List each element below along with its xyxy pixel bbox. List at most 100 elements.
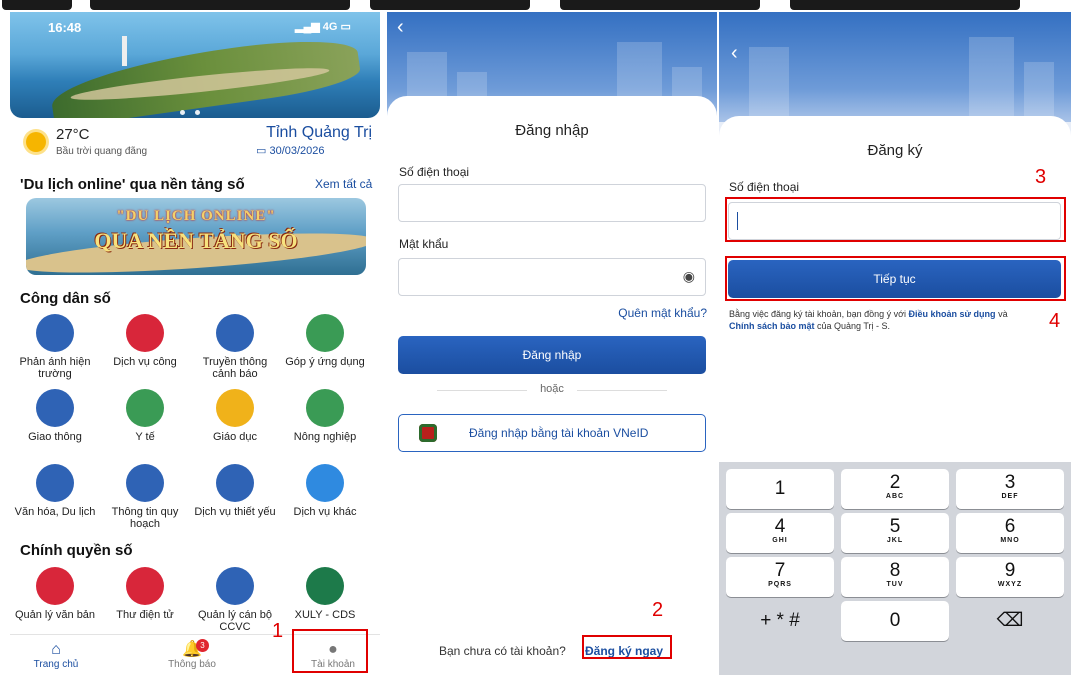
- home-screen: 16:48 ▂▄▆ 4G ▭ 27°C Bầu trời quang đãng …: [10, 12, 380, 675]
- notification-badge: 3: [196, 639, 209, 652]
- step-marker-1: 1: [272, 620, 284, 642]
- key-4[interactable]: 4 GHI: [726, 513, 834, 553]
- service-nong-nghiep[interactable]: Nông nghiệp: [280, 389, 370, 443]
- cropped-caption: [0, 0, 1075, 12]
- key-symbols[interactable]: + * #: [726, 601, 834, 641]
- key-0[interactable]: 0: [841, 601, 949, 641]
- highlight-continue-button: [725, 256, 1066, 301]
- numeric-keypad: 1 2 ABC 3 DEF 4 GHI 5 JKL 6 MNO 7 PQRS 8 TUV 9 WXYZ + * #…: [719, 462, 1071, 675]
- phone-label: Số điện thoại: [399, 165, 470, 179]
- service-thu-dien-tu-icon: [126, 567, 164, 605]
- service-label: Thông tin quy hoạch: [111, 506, 179, 530]
- back-icon[interactable]: ‹: [731, 42, 738, 65]
- key-7[interactable]: 7 PQRS: [726, 557, 834, 597]
- service-dich-vu-khac[interactable]: Dịch vụ khác: [280, 464, 370, 518]
- service-gop-y-ung-dung[interactable]: Góp ý ứng dụng: [280, 314, 370, 368]
- see-all-link[interactable]: Xem tất cả: [315, 177, 372, 191]
- service-dich-vu-cong[interactable]: Dịch vụ công: [100, 314, 190, 368]
- service-dich-vu-thiet-yeu-icon: [216, 464, 254, 502]
- eye-icon[interactable]: ◉: [683, 268, 695, 285]
- step-marker-4: 4: [1049, 310, 1061, 332]
- key-9[interactable]: 9 WXYZ: [956, 557, 1064, 597]
- status-signal: ▂▄▆ 4G ▭: [295, 21, 351, 33]
- highlight-account-tab: [292, 629, 368, 673]
- tab-notifications[interactable]: 🔔 Thông báo 3: [152, 639, 232, 670]
- login-phone-input[interactable]: [398, 184, 706, 222]
- citizen-section-title: Công dân số: [20, 290, 111, 307]
- service-quan-ly-van-ban[interactable]: Quản lý văn bản: [10, 567, 100, 621]
- key-5[interactable]: 5 JKL: [841, 513, 949, 553]
- service-giao-thong-icon: [36, 389, 74, 427]
- service-label: Phản ánh hiện trường: [19, 356, 91, 380]
- bell-icon: 🔔: [182, 641, 202, 658]
- login-title: Đăng nhập: [515, 122, 589, 139]
- privacy-policy-link[interactable]: Chính sách bảo mật: [729, 321, 815, 331]
- password-label: Mật khẩu: [399, 237, 449, 251]
- highlight-phone-input: [725, 197, 1066, 242]
- service-quan-ly-can-bo-ccvc[interactable]: Quản lý cán bộ CCVC: [190, 567, 280, 633]
- service-giao-duc[interactable]: Giáo dục: [190, 389, 280, 443]
- service-label: Văn hóa, Du lịch: [14, 506, 96, 518]
- login-password-input[interactable]: ◉: [398, 258, 706, 296]
- key-3[interactable]: 3 DEF: [956, 469, 1064, 509]
- service-xuly-cds-icon: [306, 567, 344, 605]
- service-thong-tin-quy-hoach[interactable]: Thông tin quy hoạch: [100, 464, 190, 530]
- city-background: [719, 12, 1071, 122]
- service-y-te-icon: [126, 389, 164, 427]
- service-thong-tin-quy-hoach-icon: [126, 464, 164, 502]
- home-icon: ⌂: [51, 641, 61, 658]
- service-nong-nghiep-icon: [306, 389, 344, 427]
- key-backspace[interactable]: ⌫: [956, 601, 1064, 641]
- service-label: Quản lý văn bản: [14, 609, 96, 621]
- service-phan-anh-hien-truong[interactable]: Phản ánh hiện trường: [10, 314, 100, 380]
- weather-location: Tỉnh Quảng Trị: [266, 124, 372, 141]
- service-label: Giáo dục: [212, 431, 258, 443]
- service-label: Nông nghiệp: [293, 431, 357, 443]
- service-label: Dịch vụ khác: [293, 506, 357, 518]
- service-thu-dien-tu[interactable]: Thư điện tử: [100, 567, 190, 621]
- service-label: Y tế: [135, 431, 155, 443]
- service-label: Truyền thông cảnh báo: [202, 356, 268, 380]
- login-button[interactable]: Đăng nhập: [398, 336, 706, 374]
- service-truyen-thong-canh-bao[interactable]: Truyền thông cảnh báo: [190, 314, 280, 380]
- service-quan-ly-can-bo-ccvc-icon: [216, 567, 254, 605]
- highlight-register-link: [582, 635, 672, 659]
- tourism-title: 'Du lịch online' qua nền tảng số: [20, 176, 245, 193]
- terms-text: Bằng việc đăng ký tài khoản, bạn đồng ý …: [729, 309, 1008, 331]
- weather-date: ▭ 30/03/2026: [256, 145, 325, 157]
- register-phone-label: Số điện thoại: [729, 180, 800, 194]
- service-truyen-thong-canh-bao-icon: [216, 314, 254, 352]
- back-icon[interactable]: ‹: [397, 16, 404, 39]
- login-screen: ‹ Đăng nhập Số điện thoại Mật khẩu ◉ Quê…: [387, 12, 717, 675]
- key-6[interactable]: 6 MNO: [956, 513, 1064, 553]
- service-dich-vu-thiet-yeu[interactable]: Dịch vụ thiết yếu: [190, 464, 280, 518]
- step-marker-3: 3: [1035, 166, 1047, 188]
- vneid-login-button[interactable]: Đăng nhập bằng tài khoản VNeID: [398, 414, 706, 452]
- calendar-icon: ▭: [256, 145, 267, 157]
- key-8[interactable]: 8 TUV: [841, 557, 949, 597]
- service-xuly-cds[interactable]: XULY - CDS: [280, 567, 370, 621]
- service-quan-ly-van-ban-icon: [36, 567, 74, 605]
- register-title: Đăng ký: [867, 142, 923, 159]
- sun-icon: [26, 132, 46, 152]
- forgot-password-link[interactable]: Quên mật khẩu?: [618, 306, 707, 320]
- terms-of-use-link[interactable]: Điều khoản sử dụng: [909, 309, 996, 319]
- service-y-te[interactable]: Y tế: [100, 389, 190, 443]
- service-label: Quản lý cán bộ CCVC: [198, 609, 272, 633]
- service-dich-vu-khac-icon: [306, 464, 344, 502]
- register-screen: ‹ Đăng ký Số điện thoại Tiếp tục Bằng vi…: [719, 12, 1071, 675]
- service-dich-vu-cong-icon: [126, 314, 164, 352]
- key-2[interactable]: 2 ABC: [841, 469, 949, 509]
- service-label: Dịch vụ thiết yếu: [194, 506, 276, 518]
- service-giao-duc-icon: [216, 389, 254, 427]
- weather-desc: Bầu trời quang đãng: [56, 146, 148, 157]
- tourism-banner[interactable]: "DU LỊCH ONLINE" QUA NỀN TẢNG SỐ: [26, 198, 366, 275]
- carousel-dots[interactable]: [175, 102, 205, 118]
- tab-home[interactable]: ⌂ Trang chủ: [16, 641, 96, 670]
- government-section-title: Chính quyền số: [20, 542, 133, 559]
- service-giao-thong[interactable]: Giao thông: [10, 389, 100, 443]
- service-van-hoa-du-lich[interactable]: Văn hóa, Du lịch: [10, 464, 100, 518]
- key-1[interactable]: 1: [726, 469, 834, 509]
- weather-temp: 27°C: [56, 126, 90, 143]
- service-gop-y-ung-dung-icon: [306, 314, 344, 352]
